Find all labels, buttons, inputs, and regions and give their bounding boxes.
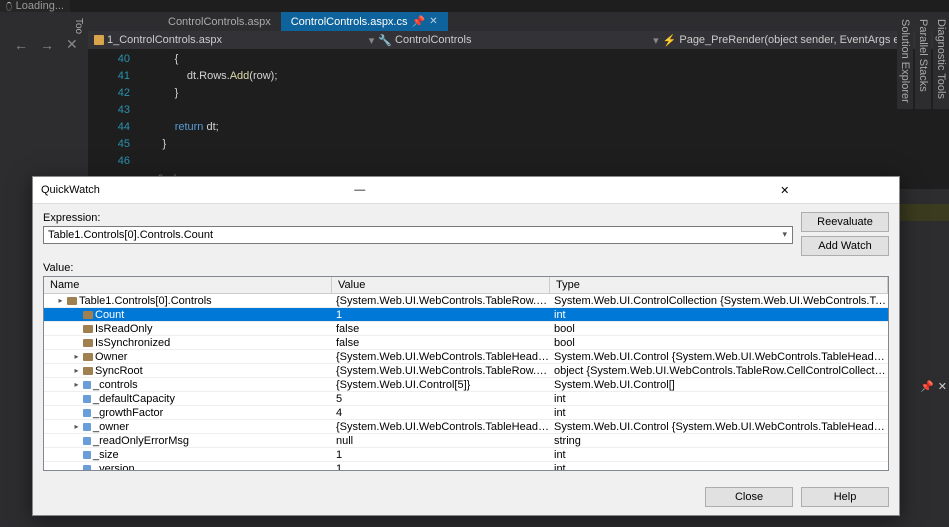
expand-icon[interactable] bbox=[72, 338, 81, 347]
pin-bar: 📌 ✕ bbox=[920, 380, 947, 393]
expand-icon[interactable]: ▸ bbox=[72, 380, 81, 389]
field-icon bbox=[83, 465, 91, 472]
loading-text: Loading... bbox=[16, 0, 64, 12]
quickwatch-dialog: QuickWatch — ✕ Expression: Reevaluate Ad… bbox=[32, 176, 900, 516]
field-icon bbox=[83, 381, 91, 389]
pin-icon[interactable]: 📌 bbox=[412, 15, 426, 28]
loading-indicator: Loading... bbox=[0, 0, 70, 12]
quickwatch-titlebar[interactable]: QuickWatch — ✕ bbox=[33, 177, 899, 204]
watch-row[interactable]: _size1int bbox=[44, 448, 888, 462]
field-icon bbox=[83, 395, 91, 403]
property-icon bbox=[83, 353, 93, 361]
close-icon[interactable]: ✕ bbox=[938, 380, 947, 393]
pin-icon[interactable]: 📌 bbox=[920, 380, 934, 393]
code-editor[interactable]: { dt.Rows.Add(row); } return dt; } 0 ref… bbox=[138, 49, 949, 189]
quickwatch-title: QuickWatch bbox=[41, 184, 254, 196]
close-button[interactable]: Close bbox=[705, 487, 793, 507]
watch-row[interactable]: ▸ _controls{System.Web.UI.Control[5]}Sys… bbox=[44, 378, 888, 392]
nav-close[interactable]: ✕ bbox=[66, 36, 78, 53]
expand-icon[interactable]: ▸ bbox=[72, 422, 81, 431]
line-gutter: 40414243444546474849 bbox=[88, 49, 138, 189]
tab-aspx[interactable]: ControlControls.aspx bbox=[158, 12, 281, 31]
field-icon bbox=[83, 423, 91, 431]
breadcrumb-class[interactable]: 🔧 ControlControls bbox=[378, 34, 649, 47]
expand-icon[interactable]: ▸ bbox=[72, 352, 81, 361]
field-icon bbox=[83, 437, 91, 445]
property-icon bbox=[83, 367, 93, 375]
watch-row[interactable]: _defaultCapacity5int bbox=[44, 392, 888, 406]
tab-aspx-cs[interactable]: ControlControls.aspx.cs 📌 ✕ bbox=[281, 12, 448, 31]
watch-row[interactable]: ▸ Owner{System.Web.UI.WebControls.TableH… bbox=[44, 350, 888, 364]
watch-row[interactable]: _version1int bbox=[44, 462, 888, 471]
watch-row[interactable]: _growthFactor4int bbox=[44, 406, 888, 420]
expand-icon[interactable] bbox=[72, 408, 81, 417]
expand-icon[interactable] bbox=[72, 310, 81, 319]
column-type[interactable]: Type bbox=[550, 277, 888, 293]
field-icon bbox=[83, 409, 91, 417]
right-tab[interactable]: Solution Explorer bbox=[897, 13, 913, 109]
property-icon bbox=[83, 311, 93, 319]
watch-row[interactable]: ▸ SyncRoot{System.Web.UI.WebControls.Tab… bbox=[44, 364, 888, 378]
expand-icon[interactable] bbox=[72, 324, 81, 333]
nav-back[interactable]: ← bbox=[14, 37, 28, 53]
expand-icon[interactable]: ▸ bbox=[56, 296, 65, 305]
expand-icon[interactable] bbox=[72, 450, 81, 459]
expand-icon[interactable]: ▸ bbox=[72, 366, 81, 375]
expand-icon[interactable] bbox=[72, 394, 81, 403]
expand-icon[interactable] bbox=[72, 436, 81, 445]
breadcrumb-method[interactable]: ⚡ Page_PreRender(object sender, EventArg… bbox=[663, 34, 934, 47]
expression-label: Expression: bbox=[43, 212, 793, 224]
reevaluate-button[interactable]: Reevaluate bbox=[801, 212, 889, 232]
expression-input[interactable] bbox=[43, 226, 793, 244]
value-label: Value: bbox=[43, 262, 889, 274]
maximize-button[interactable] bbox=[466, 181, 679, 199]
help-button[interactable]: Help bbox=[801, 487, 889, 507]
watch-row[interactable]: _readOnlyErrorMsgnullstring bbox=[44, 434, 888, 448]
watch-row[interactable]: Count1int bbox=[44, 308, 888, 322]
add-watch-button[interactable]: Add Watch bbox=[801, 236, 889, 256]
field-icon bbox=[83, 451, 91, 459]
nav-forward[interactable]: → bbox=[40, 37, 54, 53]
watch-row[interactable]: IsReadOnlyfalsebool bbox=[44, 322, 888, 336]
watch-row[interactable]: IsSynchronizedfalsebool bbox=[44, 336, 888, 350]
spinner-icon bbox=[6, 2, 12, 11]
watch-grid[interactable]: Name Value Type ▸ Table1.Controls[0].Con… bbox=[43, 276, 889, 471]
editor-tabs: ControlControls.aspx ControlControls.asp… bbox=[158, 12, 949, 31]
minimize-button[interactable]: — bbox=[254, 181, 467, 199]
watch-row[interactable]: ▸ Table1.Controls[0].Controls{System.Web… bbox=[44, 294, 888, 308]
breadcrumb-file[interactable]: 1_ControlControls.aspx bbox=[94, 34, 365, 46]
expand-icon[interactable] bbox=[72, 464, 81, 471]
column-value[interactable]: Value bbox=[332, 277, 550, 293]
close-icon[interactable]: ✕ bbox=[429, 16, 437, 27]
file-icon bbox=[94, 35, 104, 45]
property-icon bbox=[83, 325, 93, 333]
property-icon bbox=[67, 297, 77, 305]
column-name[interactable]: Name bbox=[44, 277, 332, 293]
window-close-button[interactable]: ✕ bbox=[679, 181, 892, 199]
watch-row[interactable]: ▸ _owner{System.Web.UI.WebControls.Table… bbox=[44, 420, 888, 434]
right-tab[interactable]: Diagnostic Tools bbox=[933, 13, 949, 109]
property-icon bbox=[83, 339, 93, 347]
right-tab[interactable]: Parallel Stacks bbox=[915, 13, 931, 109]
